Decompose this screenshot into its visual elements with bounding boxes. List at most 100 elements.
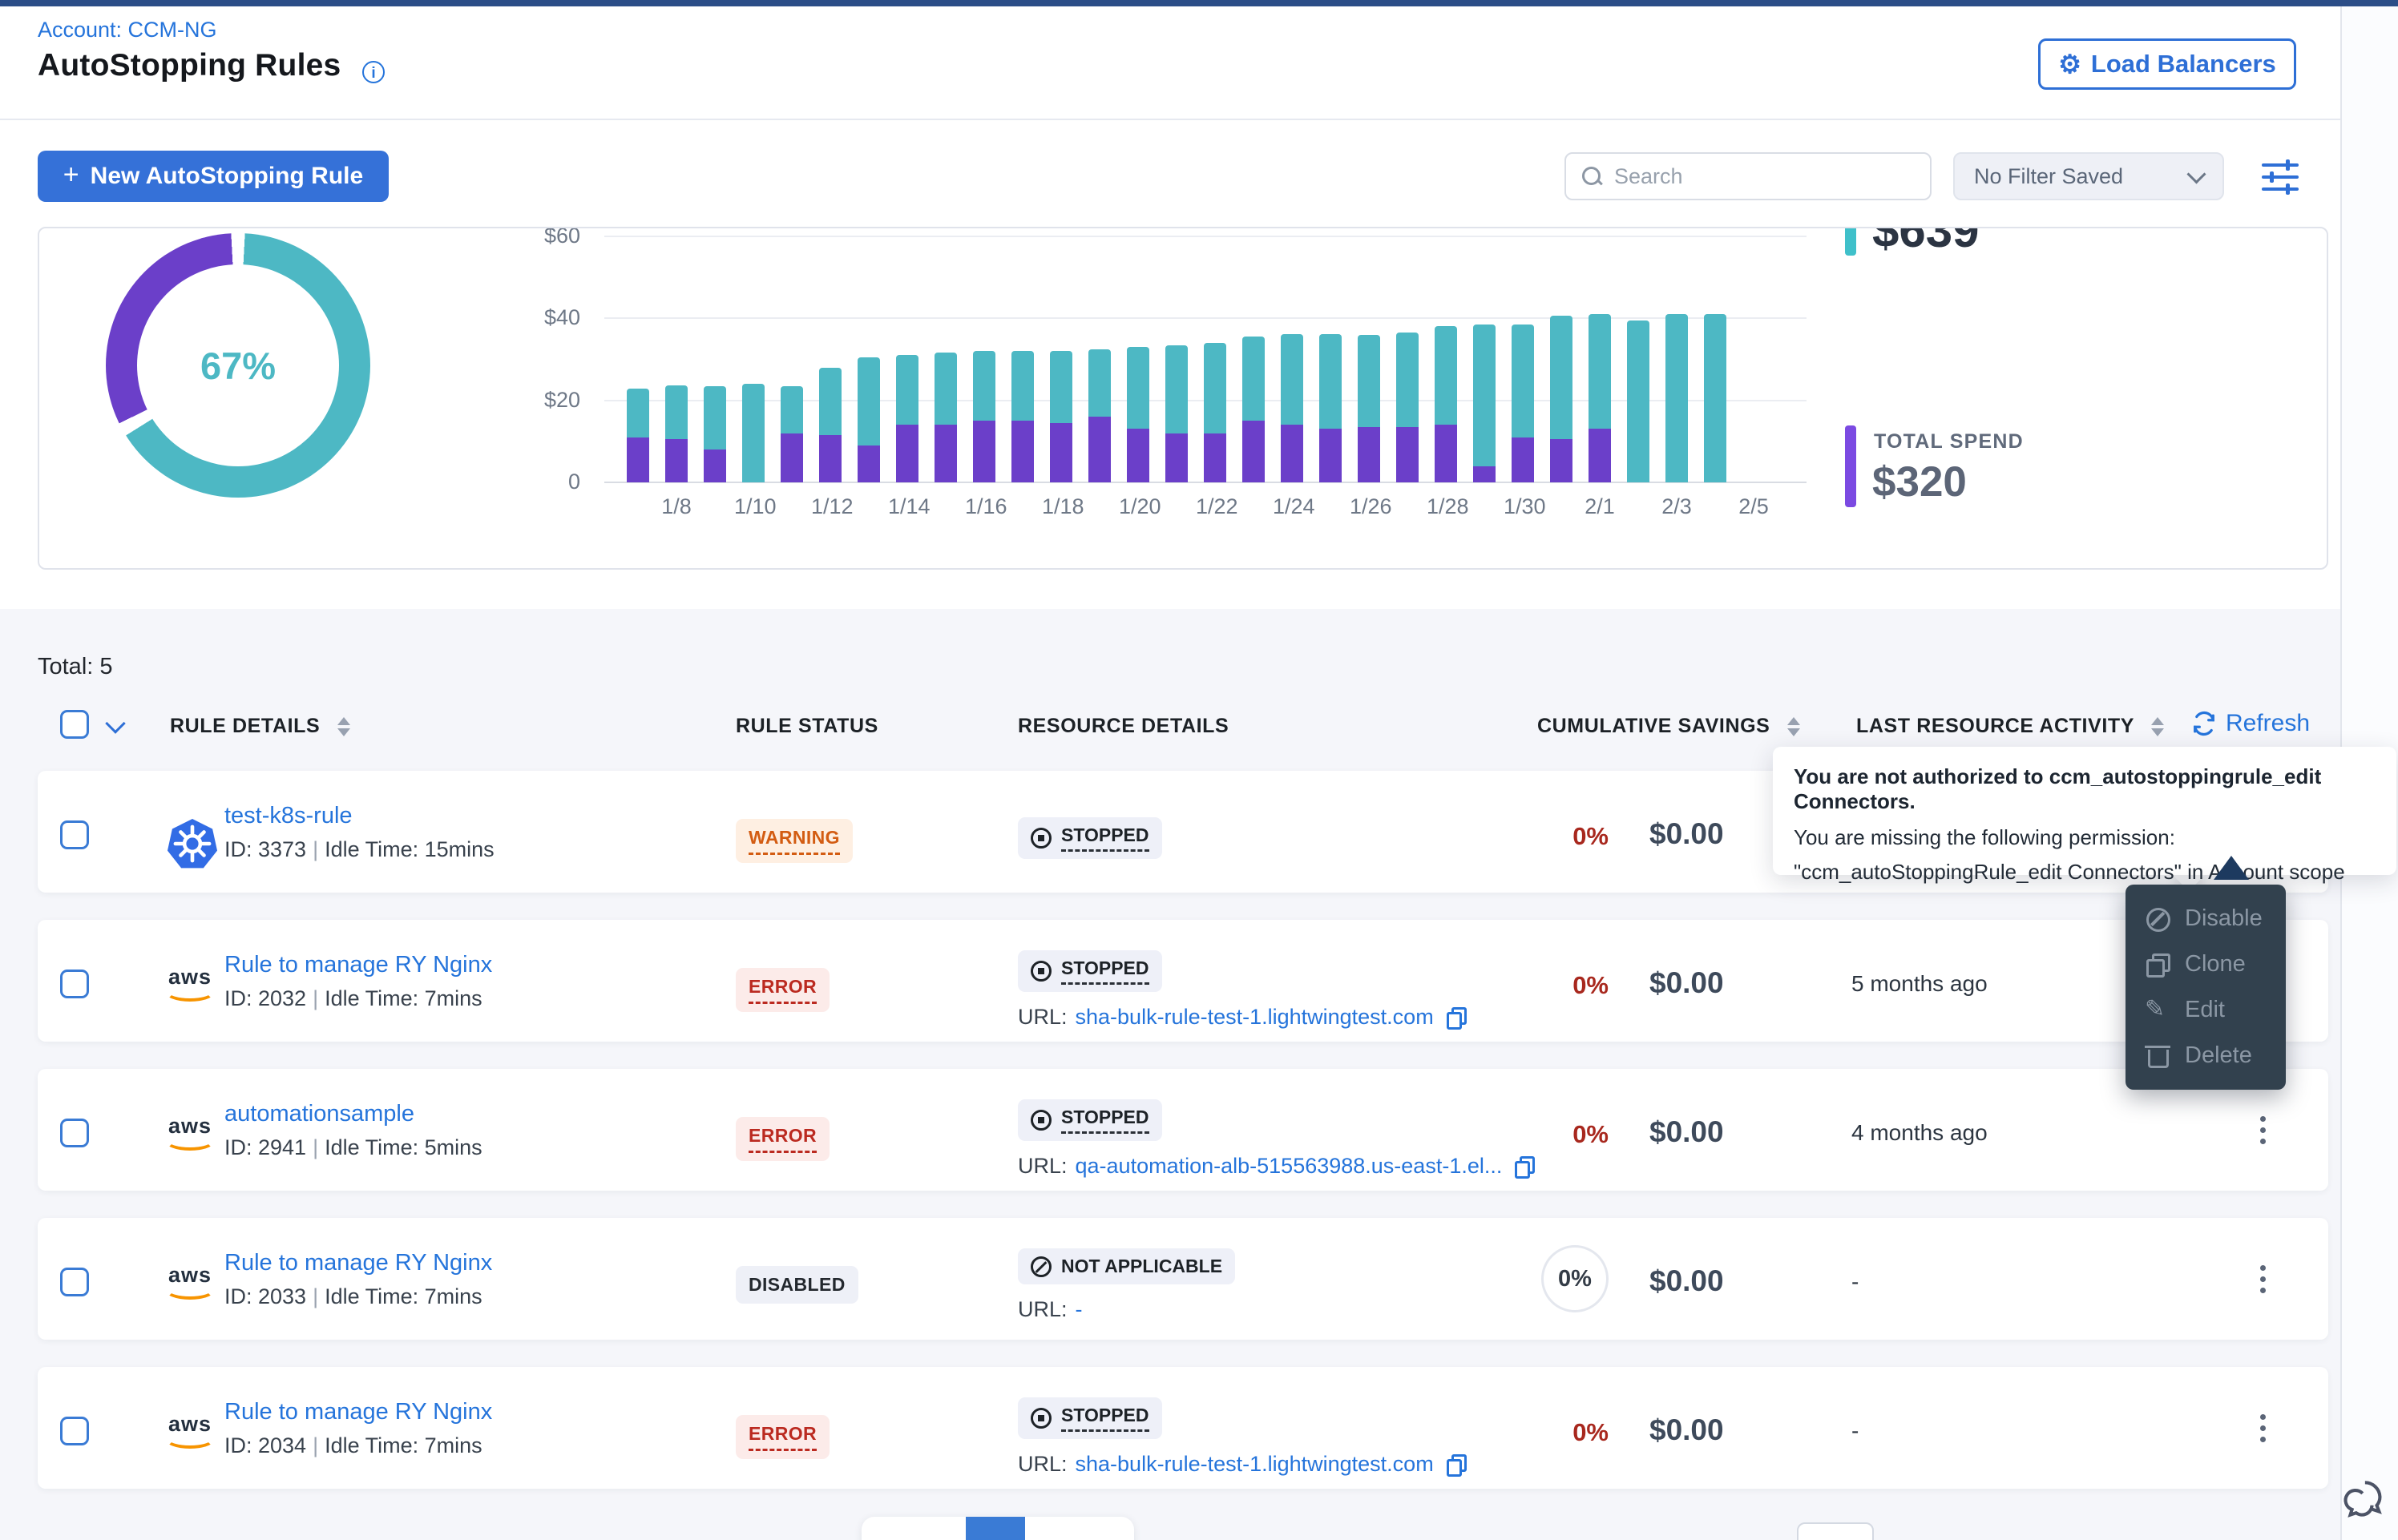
bar-slot (1119, 236, 1157, 482)
chat-support-icon[interactable] (2342, 1473, 2395, 1526)
resource-url-link[interactable]: sha-bulk-rule-test-1.lightwingtest.com (1076, 1452, 1434, 1477)
bar-slot (1003, 236, 1042, 482)
rule-name-link[interactable]: test-k8s-rule (224, 803, 495, 829)
menu-item-label: Delete (2185, 1042, 2252, 1069)
filter-panel-icon[interactable] (2262, 160, 2299, 194)
savings-bar-segment (896, 355, 918, 425)
aws-icon: aws (166, 1264, 214, 1300)
resource-status-badge: STOPPED (1018, 1099, 1162, 1141)
table-row: aws Rule to manage RY Nginx ID: 2032|Idl… (38, 920, 2328, 1042)
resource-url-link[interactable]: - (1076, 1297, 1083, 1322)
rule-id-idle: ID: 3373|Idle Time: 15mins (224, 837, 495, 862)
rule-name-link[interactable]: automationsample (224, 1101, 482, 1127)
bar-slot (850, 236, 888, 482)
summary-chart-card: 67% $60$40$200 1/81/101/121/141/161/181/… (38, 227, 2328, 570)
pagination-bar[interactable] (862, 1517, 1134, 1540)
row-menu-button[interactable] (2240, 1107, 2285, 1152)
chevron-down-icon[interactable] (105, 713, 125, 733)
bar-slot (1234, 236, 1273, 482)
row-checkbox[interactable] (60, 970, 89, 998)
rule-status-cell: WARNING (736, 819, 853, 863)
total-savings-value: $639 (1872, 227, 1979, 258)
total-savings-marker (1845, 227, 1856, 256)
breadcrumb-account-link[interactable]: Account: CCM-NG (38, 18, 217, 42)
savings-bar-segment (973, 351, 995, 421)
bar-slot (926, 236, 965, 482)
row-checkbox[interactable] (60, 1268, 89, 1296)
sort-icon[interactable] (337, 717, 350, 736)
menu-item-clone[interactable]: Clone (2126, 941, 2286, 987)
rule-details-cell: test-k8s-rule ID: 3373|Idle Time: 15mins (224, 803, 495, 862)
savings-bar-segment (665, 385, 688, 439)
x-axis-tick (1080, 494, 1119, 519)
spend-bar-segment (1088, 417, 1111, 482)
spend-bar-segment (1011, 421, 1034, 482)
search-box[interactable] (1564, 152, 1932, 200)
x-axis-tick (1619, 494, 1657, 519)
resource-url-link[interactable]: sha-bulk-rule-test-1.lightwingtest.com (1076, 1005, 1434, 1030)
rule-status-cell: ERROR (736, 1415, 830, 1459)
rule-name-link[interactable]: Rule to manage RY Nginx (224, 1399, 492, 1425)
savings-bar-segment (819, 368, 842, 435)
savings-bar-segment (1665, 314, 1688, 482)
menu-item-edit[interactable]: ✎ Edit (2126, 987, 2286, 1033)
rule-status-badge: DISABLED (736, 1266, 858, 1304)
savings-percent: 0% (1572, 822, 1609, 850)
row-checkbox[interactable] (60, 820, 89, 849)
resource-details-cell: STOPPED (1018, 817, 1162, 859)
row-checkbox[interactable] (60, 1119, 89, 1147)
x-axis-tick (1003, 494, 1042, 519)
savings-bar-segment (742, 384, 765, 482)
savings-bar-segment (1011, 351, 1034, 421)
bar-slot (811, 236, 850, 482)
y-axis-tick: 0 (476, 470, 580, 494)
bar-slot (1388, 236, 1427, 482)
column-last-resource-activity[interactable]: LAST RESOURCE ACTIVITY (1856, 715, 2164, 738)
copy-icon[interactable] (1447, 1454, 1464, 1475)
rule-name-link[interactable]: Rule to manage RY Nginx (224, 952, 492, 978)
select-all-checkbox[interactable] (60, 710, 89, 739)
new-autostopping-rule-button[interactable]: + New AutoStopping Rule (38, 151, 389, 202)
refresh-button[interactable]: Refresh (2190, 710, 2310, 737)
menu-item-disable[interactable]: Disable (2126, 896, 2286, 941)
x-axis-tick (1388, 494, 1427, 519)
page-size-select[interactable] (1797, 1522, 1874, 1540)
sort-icon[interactable] (1787, 717, 1800, 736)
row-checkbox[interactable] (60, 1417, 89, 1445)
sort-icon[interactable] (2151, 717, 2164, 736)
search-input[interactable] (1613, 163, 1904, 190)
bar-slot (1080, 236, 1119, 482)
savings-bar-segment (1627, 320, 1649, 482)
pagination-current-page[interactable] (966, 1517, 1025, 1540)
column-cumulative-savings[interactable]: CUMULATIVE SAVINGS (1537, 715, 1800, 738)
new-rule-label: New AutoStopping Rule (91, 163, 364, 190)
resource-url-link[interactable]: qa-automation-alb-515563988.us-east-1.el… (1076, 1154, 1503, 1179)
total-spend-marker (1845, 425, 1856, 507)
copy-icon[interactable] (1447, 1007, 1464, 1028)
spend-bar-segment (1281, 425, 1303, 482)
stopped-icon (1031, 828, 1052, 849)
column-rule-details[interactable]: RULE DETAILS (170, 715, 350, 738)
saved-filter-dropdown[interactable]: No Filter Saved (1953, 152, 2224, 200)
page-title: AutoStopping Rules (38, 48, 341, 83)
savings-bar-segment (1473, 325, 1496, 466)
menu-item-delete[interactable]: Delete (2126, 1033, 2286, 1078)
spend-bar-segment (665, 439, 688, 482)
refresh-label: Refresh (2226, 710, 2310, 737)
savings-percent: 0% (1572, 971, 1609, 999)
x-axis-tick (1542, 494, 1580, 519)
row-menu-button[interactable] (2240, 1405, 2285, 1450)
load-balancers-button[interactable]: ⚙ Load Balancers (2038, 38, 2296, 90)
x-axis-tick: 1/14 (888, 494, 926, 519)
rule-status-badge: ERROR (736, 968, 830, 1012)
info-icon[interactable]: i (362, 61, 385, 83)
spend-bar-segment (627, 437, 649, 482)
savings-bar-segment (1704, 314, 1726, 482)
x-axis-tick (1234, 494, 1273, 519)
rule-name-link[interactable]: Rule to manage RY Nginx (224, 1250, 492, 1276)
resource-status-badge: STOPPED (1018, 817, 1162, 859)
gear-icon: ⚙ (2058, 51, 2081, 77)
row-menu-button[interactable] (2240, 1256, 2285, 1301)
menu-item-label: Clone (2185, 951, 2246, 978)
copy-icon[interactable] (1515, 1156, 1532, 1177)
